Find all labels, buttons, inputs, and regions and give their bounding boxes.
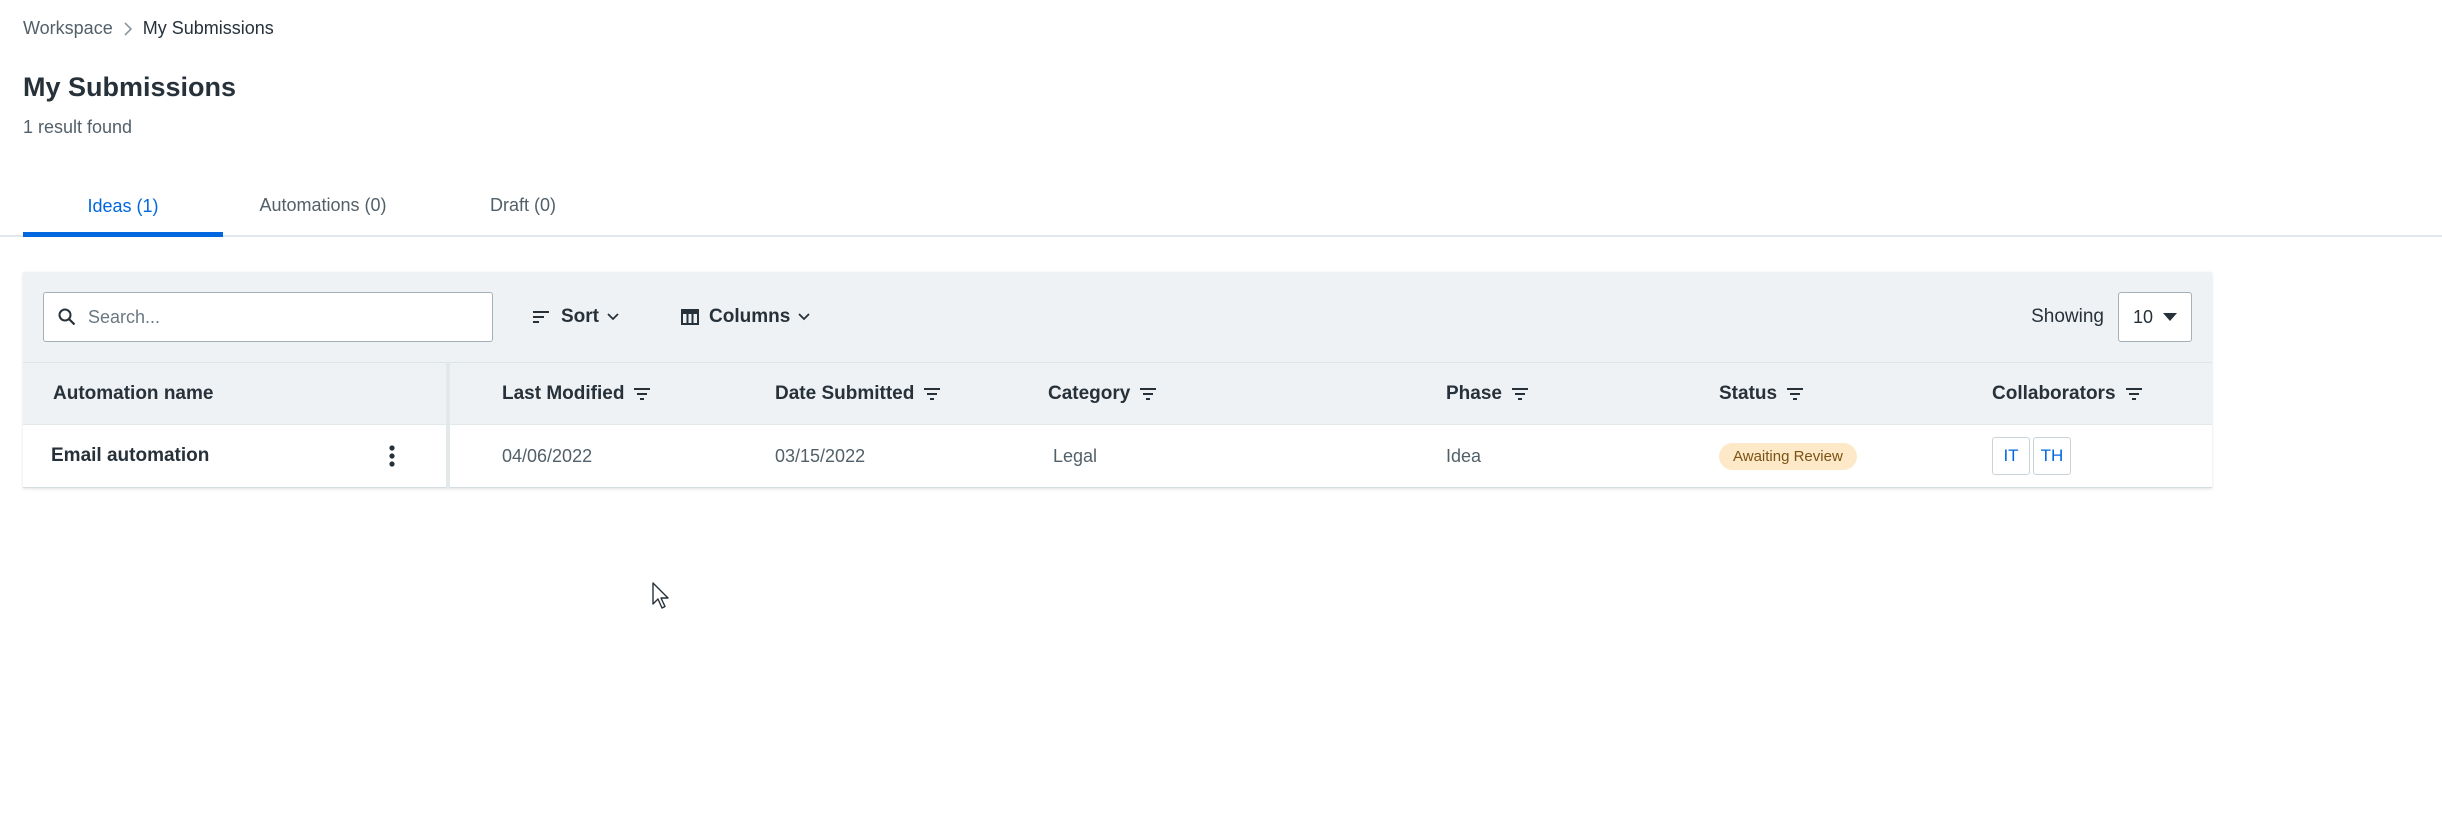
sort-button[interactable]: Sort (533, 292, 619, 342)
avatar[interactable]: TH (2033, 437, 2071, 475)
filter-icon[interactable] (1787, 388, 1804, 400)
filter-icon[interactable] (2125, 388, 2142, 400)
breadcrumb-workspace-link[interactable]: Workspace (23, 18, 113, 39)
column-header-label: Automation name (53, 383, 214, 404)
page-size-value: 10 (2133, 306, 2154, 327)
column-header-category[interactable]: Category (1048, 363, 1157, 425)
columns-label: Columns (709, 306, 791, 327)
tab-ideas[interactable]: Ideas (1) (23, 175, 223, 237)
cell-date-submitted: 03/15/2022 (775, 445, 866, 466)
grid-toolbar: Sort Columns Showing 10 (23, 272, 2212, 362)
chevron-down-icon (607, 313, 619, 321)
chevron-down-icon (798, 313, 810, 321)
sort-icon (533, 310, 551, 324)
table-header-row: Automation name Last Modified Date Submi… (23, 362, 2212, 424)
tab-draft[interactable]: Draft (0) (423, 175, 623, 235)
columns-button[interactable]: Columns (681, 292, 810, 342)
result-count: 1 result found (23, 117, 133, 137)
breadcrumb: Workspace My Submissions (23, 18, 274, 39)
column-header-label: Category (1048, 383, 1131, 404)
column-header-label: Status (1719, 383, 1778, 404)
status-badge: Awaiting Review (1719, 442, 1857, 470)
table-row[interactable]: Email automation 04/06/2022 03/15/2022 L… (23, 424, 2212, 488)
sort-label: Sort (561, 306, 599, 327)
column-header-status[interactable]: Status (1719, 363, 1804, 425)
columns-icon (681, 309, 699, 325)
column-header-date-submitted[interactable]: Date Submitted (775, 363, 941, 425)
page-title: My Submissions (23, 72, 237, 102)
column-header-automation-name[interactable]: Automation name (53, 363, 213, 425)
cell-status: Awaiting Review (1719, 425, 1857, 487)
cell-last-modified: 04/06/2022 (502, 445, 593, 466)
breadcrumb-current: My Submissions (142, 18, 274, 38)
cell-category: Legal (1053, 445, 1098, 466)
page-size-control: Showing 10 (2031, 292, 2192, 342)
column-header-label: Last Modified (502, 383, 625, 404)
caret-down-icon (2163, 313, 2177, 321)
tab-bar: Ideas (1) Automations (0) Draft (0) (0, 175, 2442, 237)
filter-icon[interactable] (1511, 388, 1528, 400)
more-vertical-icon[interactable] (378, 442, 406, 470)
search-input[interactable] (88, 306, 468, 328)
cell-phase: Idea (1446, 445, 1482, 466)
column-header-label: Phase (1446, 383, 1502, 404)
column-header-label: Date Submitted (775, 383, 915, 404)
filter-icon[interactable] (924, 388, 941, 400)
search-icon (58, 308, 76, 326)
showing-label: Showing (2031, 306, 2104, 327)
tab-automations[interactable]: Automations (0) (223, 175, 423, 235)
chevron-right-icon (123, 21, 133, 36)
submissions-grid: Sort Columns Showing 10 Automation name (23, 272, 2212, 488)
pinned-column-divider (446, 362, 450, 488)
collaborator-avatars: IT TH (1992, 437, 2071, 475)
mouse-cursor-icon (652, 582, 672, 615)
column-header-label: Collaborators (1992, 383, 2116, 404)
column-header-collaborators[interactable]: Collaborators (1992, 363, 2142, 425)
column-header-phase[interactable]: Phase (1446, 363, 1528, 425)
search-box[interactable] (43, 292, 493, 342)
cell-automation-name[interactable]: Email automation (51, 425, 209, 487)
filter-icon[interactable] (634, 388, 651, 400)
avatar[interactable]: IT (1992, 437, 2030, 475)
column-header-last-modified[interactable]: Last Modified (502, 363, 651, 425)
cell-collaborators: IT TH (1992, 425, 2071, 487)
page-size-select[interactable]: 10 (2118, 292, 2192, 342)
filter-icon[interactable] (1140, 388, 1157, 400)
